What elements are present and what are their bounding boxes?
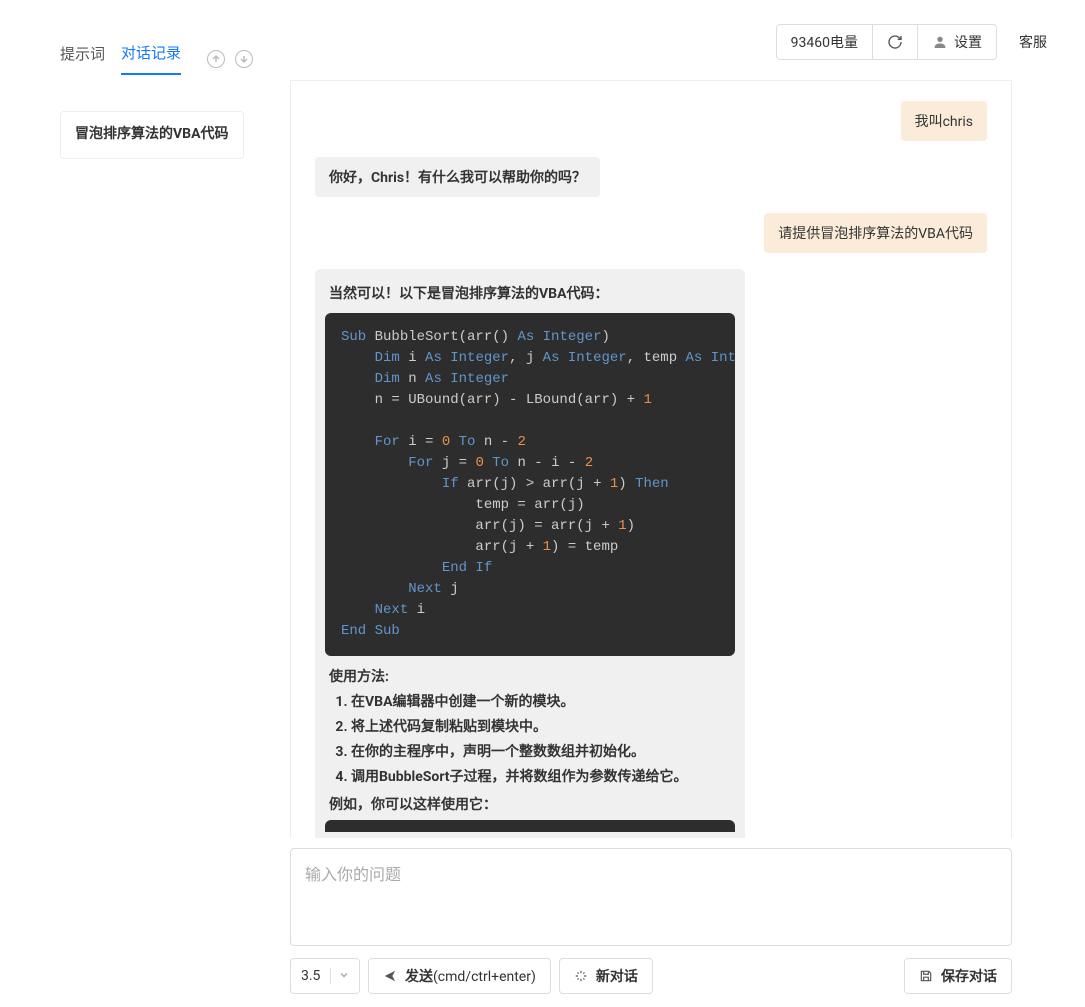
refresh-button[interactable] (872, 25, 917, 59)
sparkle-icon (574, 969, 588, 983)
settings-button[interactable]: 设置 (917, 25, 996, 59)
chat-panel: 我叫chris 你好，Chris！有什么我可以帮助你的吗？ 请提供冒泡排序算法的… (290, 80, 1012, 838)
chevron-down-icon (330, 968, 349, 984)
user-icon (932, 34, 948, 50)
usage-title: 使用方法: (325, 656, 735, 686)
ai-lead-text: 当然可以！以下是冒泡排序算法的VBA代码： (325, 283, 735, 313)
save-icon (919, 969, 933, 983)
message-user: 我叫chris (315, 101, 987, 141)
usage-step: 调用BubbleSort子过程，并将数组作为参数传递给它。 (351, 766, 735, 786)
send-icon (383, 969, 397, 983)
new-chat-button[interactable]: 新对话 (559, 958, 653, 994)
user-bubble: 请提供冒泡排序算法的VBA代码 (764, 213, 987, 253)
new-chat-label: 新对话 (596, 966, 638, 986)
arrow-down-icon (239, 54, 249, 64)
ai-block: 当然可以！以下是冒泡排序算法的VBA代码： Sub BubbleSort(arr… (315, 269, 745, 838)
tab-history[interactable]: 对话记录 (121, 42, 181, 75)
battery-status: 93460电量 (777, 25, 872, 59)
message-ai: 你好，Chris！有什么我可以帮助你的吗？ (315, 157, 987, 197)
message-user: 请提供冒泡排序算法的VBA代码 (315, 213, 987, 253)
send-label-bold: 发送 (405, 969, 433, 985)
message-input[interactable] (290, 848, 1012, 946)
scroll-up-button[interactable] (207, 50, 225, 68)
refresh-icon (887, 34, 903, 50)
conversation-title: 冒泡排序算法的VBA代码 (75, 126, 229, 142)
settings-label: 设置 (954, 32, 982, 52)
send-button[interactable]: 发送(cmd/ctrl+enter) (368, 958, 551, 994)
customer-service-label: 客服 (1019, 32, 1047, 52)
conversation-card[interactable]: 冒泡排序算法的VBA代码 (60, 111, 244, 159)
arrow-up-icon (211, 54, 221, 64)
usage-step: 在VBA编辑器中创建一个新的模块。 (351, 691, 735, 711)
tab-prompt[interactable]: 提示词 (60, 43, 105, 74)
usage-steps: 在VBA编辑器中创建一个新的模块。 将上述代码复制粘贴到模块中。 在你的主程序中… (325, 691, 735, 786)
model-label: 3.5 (301, 968, 320, 984)
code-block-cutoff (325, 820, 735, 832)
ai-bubble: 你好，Chris！有什么我可以帮助你的吗？ (315, 157, 600, 197)
send-label-rest: (cmd/ctrl+enter) (433, 969, 536, 985)
customer-service-button[interactable]: 客服 (1005, 24, 1061, 60)
message-ai: 当然可以！以下是冒泡排序算法的VBA代码： Sub BubbleSort(arr… (315, 269, 987, 838)
usage-step: 将上述代码复制粘贴到模块中。 (351, 716, 735, 736)
scroll-down-button[interactable] (235, 50, 253, 68)
example-label: 例如，你可以这样使用它： (325, 794, 735, 814)
model-select[interactable]: 3.5 (290, 958, 360, 994)
user-bubble: 我叫chris (901, 101, 987, 141)
save-chat-button[interactable]: 保存对话 (904, 958, 1012, 994)
usage-step: 在你的主程序中，声明一个整数数组并初始化。 (351, 741, 735, 761)
save-chat-label: 保存对话 (941, 966, 997, 986)
sidebar-tabs: 提示词 对话记录 (60, 42, 290, 75)
battery-text: 93460电量 (791, 32, 858, 52)
top-status-group: 93460电量 设置 (776, 24, 997, 60)
code-block: Sub BubbleSort(arr() As Integer) Dim i A… (325, 313, 735, 656)
